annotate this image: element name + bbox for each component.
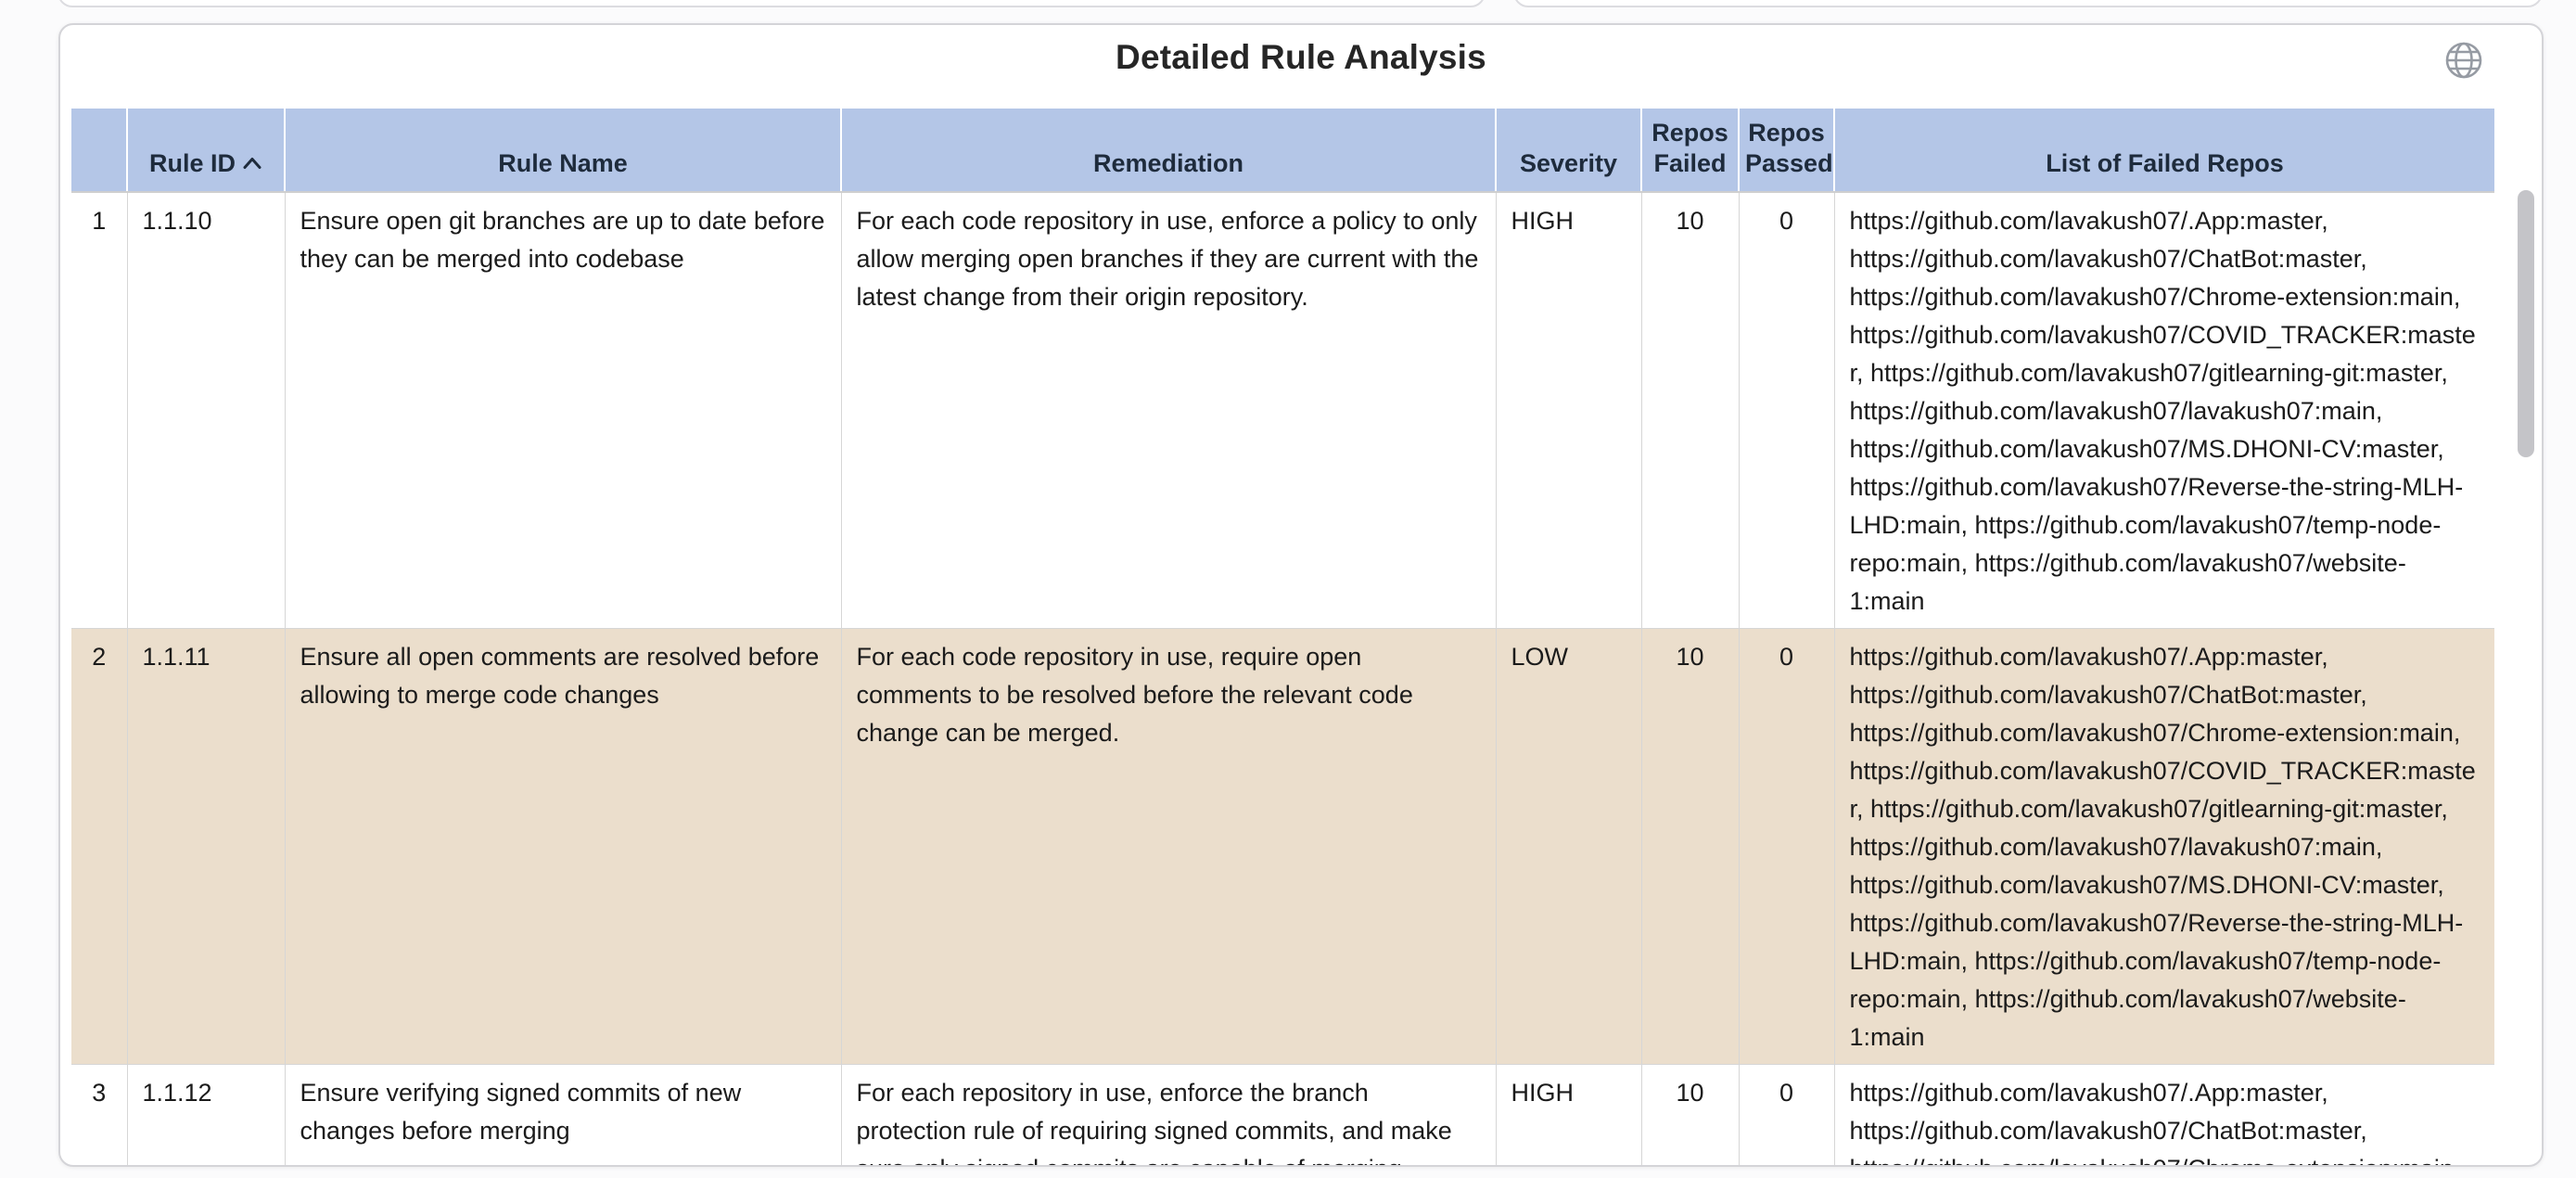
cell-remediation: For each code repository in use, enforce… [841, 192, 1496, 629]
card-header: Detailed Rule Analysis [60, 25, 2542, 109]
table-header-row: Rule ID Rule Name Remediation Severity R… [71, 109, 2494, 192]
table-row: 2 1.1.11 Ensure all open comments are re… [71, 629, 2494, 1065]
header-severity: Severity [1496, 109, 1641, 192]
header-rule-id-label: Rule ID [149, 149, 236, 177]
vertical-scrollbar-thumb[interactable] [2518, 190, 2534, 457]
cell-row-number: 1 [71, 192, 127, 629]
header-rule-name: Rule Name [285, 109, 841, 192]
cell-rule-name: Ensure all open comments are resolved be… [285, 629, 841, 1065]
cell-rule-id: 1.1.12 [127, 1065, 285, 1168]
cell-repos-passed: 0 [1739, 1065, 1834, 1168]
cell-rule-name: Ensure open git branches are up to date … [285, 192, 841, 629]
cell-repos-failed: 10 [1641, 629, 1739, 1065]
cell-rule-id: 1.1.10 [127, 192, 285, 629]
table-body: 1 1.1.10 Ensure open git branches are up… [71, 192, 2494, 1167]
page-title: Detailed Rule Analysis [60, 25, 2542, 77]
header-failed-repos-list: List of Failed Repos [1834, 109, 2494, 192]
cell-failed-repos-list: https://github.com/lavakush07/.App:maste… [1834, 1065, 2494, 1168]
cell-repos-passed: 0 [1739, 192, 1834, 629]
partial-card-top-right [1513, 0, 2543, 7]
cell-rule-id: 1.1.11 [127, 629, 285, 1065]
cell-severity: HIGH [1496, 192, 1641, 629]
table-row: 3 1.1.12 Ensure verifying signed commits… [71, 1065, 2494, 1168]
cell-row-number: 2 [71, 629, 127, 1065]
cell-repos-failed: 10 [1641, 1065, 1739, 1168]
cell-row-number: 3 [71, 1065, 127, 1168]
cell-repos-passed: 0 [1739, 629, 1834, 1065]
cell-rule-name: Ensure verifying signed commits of new c… [285, 1065, 841, 1168]
header-remediation: Remediation [841, 109, 1496, 192]
detailed-rule-analysis-card: Detailed Rule Analysis Rule ID Rule Name… [58, 23, 2544, 1167]
header-rule-id[interactable]: Rule ID [127, 109, 285, 192]
cell-severity: HIGH [1496, 1065, 1641, 1168]
cell-failed-repos-list: https://github.com/lavakush07/.App:maste… [1834, 629, 2494, 1065]
chevron-up-icon [242, 147, 262, 177]
cell-repos-failed: 10 [1641, 192, 1739, 629]
cell-remediation: For each code repository in use, require… [841, 629, 1496, 1065]
globe-icon[interactable] [2443, 40, 2484, 81]
cell-remediation: For each repository in use, enforce the … [841, 1065, 1496, 1168]
cell-severity: LOW [1496, 629, 1641, 1065]
table-row: 1 1.1.10 Ensure open git branches are up… [71, 192, 2494, 629]
partial-card-top-left [57, 0, 1486, 7]
header-repos-passed: Repos Passed [1739, 109, 1834, 192]
cell-failed-repos-list: https://github.com/lavakush07/.App:maste… [1834, 192, 2494, 629]
header-row-number [71, 109, 127, 192]
rule-analysis-table: Rule ID Rule Name Remediation Severity R… [71, 109, 2494, 1167]
header-repos-failed: Repos Failed [1641, 109, 1739, 192]
